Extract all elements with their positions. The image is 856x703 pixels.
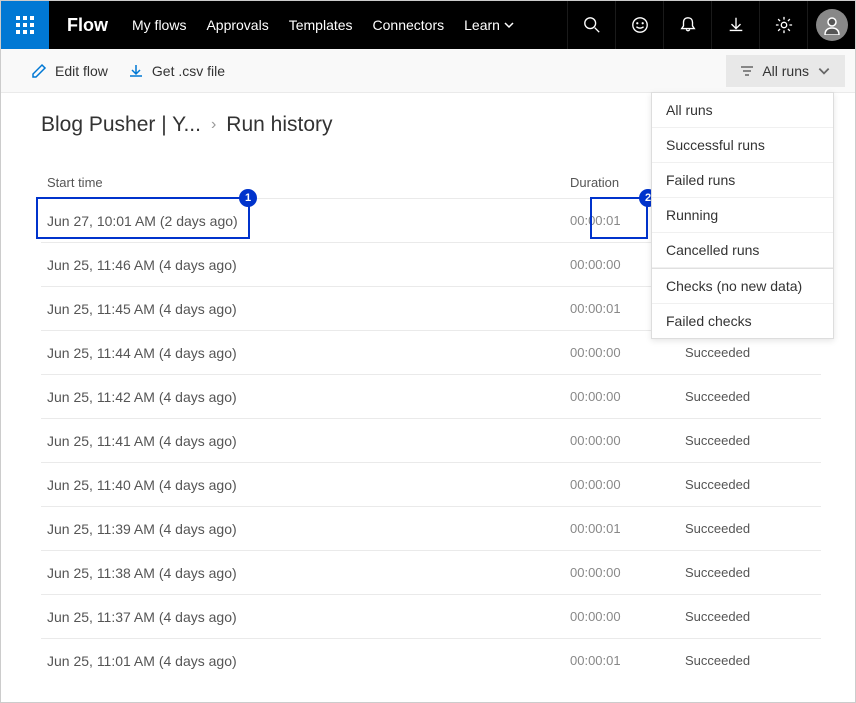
pencil-icon [31,63,47,79]
run-start-time: Jun 25, 11:37 AM (4 days ago) [47,609,570,625]
run-duration: 00:00:01 [570,521,685,536]
nav-templates[interactable]: Templates [279,1,363,49]
run-status: Succeeded [685,389,815,404]
command-bar: Edit flow Get .csv file All runs [1,49,855,93]
run-start-time: Jun 25, 11:38 AM (4 days ago) [47,565,570,581]
nav-approvals[interactable]: Approvals [196,1,278,49]
run-status: Succeeded [685,433,815,448]
nav-learn[interactable]: Learn [454,1,524,49]
gear-icon [775,16,793,34]
run-status: Succeeded [685,565,815,580]
run-status: Succeeded [685,477,815,492]
account-button[interactable] [807,1,855,49]
brand-label[interactable]: Flow [49,15,122,36]
run-start-time: Jun 25, 11:01 AM (4 days ago) [47,653,570,669]
download-button[interactable] [711,1,759,49]
edit-flow-label: Edit flow [55,63,108,79]
waffle-icon [15,15,35,35]
breadcrumb-flow-name[interactable]: Blog Pusher | Y... [41,113,201,137]
app-launcher-button[interactable] [1,1,49,49]
dropdown-item-checks[interactable]: Checks (no new data) [652,268,833,304]
table-row[interactable]: Jun 25, 11:37 AM (4 days ago)00:00:00Suc… [41,594,821,638]
run-start-time: Jun 25, 11:41 AM (4 days ago) [47,433,570,449]
run-status: Succeeded [685,653,815,668]
search-icon [583,16,601,34]
column-header-start[interactable]: Start time [47,175,570,190]
run-status: Succeeded [685,521,815,536]
table-row[interactable]: Jun 25, 11:41 AM (4 days ago)00:00:00Suc… [41,418,821,462]
run-start-time: Jun 25, 11:44 AM (4 days ago) [47,345,570,361]
chevron-right-icon: › [211,116,216,134]
get-csv-button[interactable]: Get .csv file [118,57,235,85]
table-row[interactable]: Jun 25, 11:38 AM (4 days ago)00:00:00Suc… [41,550,821,594]
settings-button[interactable] [759,1,807,49]
run-duration: 00:00:00 [570,433,685,448]
filter-label: All runs [762,63,809,79]
bell-icon [679,16,697,34]
run-start-time: Jun 27, 10:01 AM (2 days ago) [47,213,570,229]
get-csv-label: Get .csv file [152,63,225,79]
breadcrumb-page: Run history [226,113,332,137]
person-icon [822,15,842,35]
run-duration: 00:00:01 [570,653,685,668]
run-start-time: Jun 25, 11:40 AM (4 days ago) [47,477,570,493]
download-icon [727,16,745,34]
chevron-down-icon [504,20,514,30]
dropdown-item-all-runs[interactable]: All runs [652,93,833,128]
avatar [816,9,848,41]
filter-icon [740,64,754,78]
run-start-time: Jun 25, 11:46 AM (4 days ago) [47,257,570,273]
dropdown-item-successful[interactable]: Successful runs [652,128,833,163]
run-duration: 00:00:00 [570,389,685,404]
table-row[interactable]: Jun 25, 11:39 AM (4 days ago)00:00:01Suc… [41,506,821,550]
top-navigation-bar: Flow My flows Approvals Templates Connec… [1,1,855,49]
dropdown-item-failed[interactable]: Failed runs [652,163,833,198]
search-button[interactable] [567,1,615,49]
download-icon [128,63,144,79]
chevron-down-icon [817,64,831,78]
annotation-badge-1: 1 [239,189,257,207]
nav-learn-label: Learn [464,17,500,33]
filter-dropdown-menu: All runs Successful runs Failed runs Run… [651,92,834,339]
notifications-button[interactable] [663,1,711,49]
run-duration: 00:00:00 [570,565,685,580]
dropdown-item-failed-checks[interactable]: Failed checks [652,304,833,338]
filter-runs-button[interactable]: All runs [726,55,845,87]
run-start-time: Jun 25, 11:45 AM (4 days ago) [47,301,570,317]
table-row[interactable]: Jun 25, 11:01 AM (4 days ago)00:00:01Suc… [41,638,821,682]
nav-connectors[interactable]: Connectors [363,1,455,49]
table-row[interactable]: Jun 25, 11:40 AM (4 days ago)00:00:00Suc… [41,462,821,506]
run-duration: 00:00:00 [570,477,685,492]
nav-my-flows[interactable]: My flows [122,1,196,49]
run-status: Succeeded [685,609,815,624]
table-row[interactable]: Jun 25, 11:42 AM (4 days ago)00:00:00Suc… [41,374,821,418]
smiley-icon [631,16,649,34]
primary-nav: My flows Approvals Templates Connectors … [122,1,524,49]
dropdown-item-cancelled[interactable]: Cancelled runs [652,233,833,268]
run-start-time: Jun 25, 11:42 AM (4 days ago) [47,389,570,405]
run-start-time: Jun 25, 11:39 AM (4 days ago) [47,521,570,537]
dropdown-item-running[interactable]: Running [652,198,833,233]
run-status: Succeeded [685,345,815,360]
feedback-button[interactable] [615,1,663,49]
edit-flow-button[interactable]: Edit flow [21,57,118,85]
run-duration: 00:00:00 [570,345,685,360]
run-duration: 00:00:00 [570,609,685,624]
